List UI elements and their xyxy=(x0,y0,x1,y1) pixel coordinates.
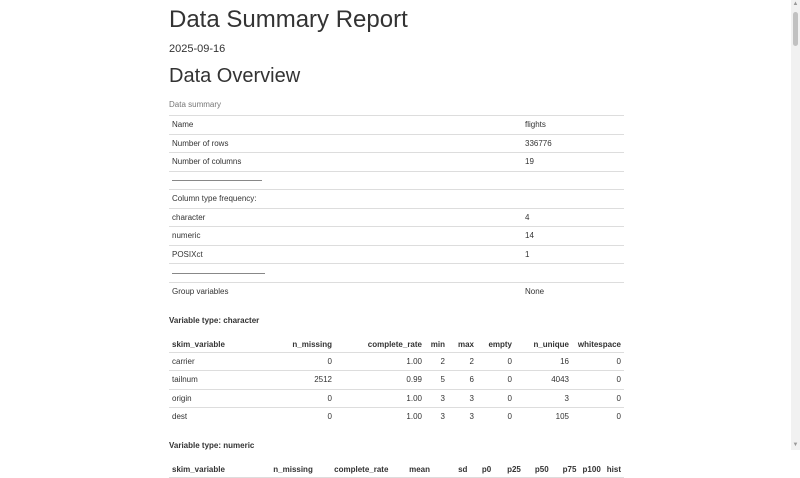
report-page: Data Summary Report 2025-09-16 Data Over… xyxy=(169,0,624,478)
summary-label: Number of rows xyxy=(169,133,522,153)
divider xyxy=(172,272,265,274)
character-table: skim_variable n_missing complete_rate mi… xyxy=(169,336,624,426)
table-row: Name flights xyxy=(169,115,624,134)
table-row: origin 0 1.00 3 3 0 3 0 xyxy=(169,388,624,408)
divider xyxy=(172,180,262,182)
table-cell: 3 xyxy=(515,388,572,408)
table-cell: 16 xyxy=(515,351,572,371)
table-cell: 3 xyxy=(448,406,477,426)
column-header: p75 xyxy=(551,461,580,478)
scroll-up-arrow-icon[interactable]: ▲ xyxy=(792,1,799,8)
column-header: p100 xyxy=(579,461,604,478)
scroll-thumb[interactable] xyxy=(793,12,798,46)
column-header: mean xyxy=(391,461,434,478)
table-cell: 0 xyxy=(249,406,335,426)
table-cell: 4043 xyxy=(515,370,572,390)
overview-heading: Data Overview xyxy=(169,65,301,87)
column-header: skim_variable xyxy=(169,461,251,478)
variable-name-cell: dest xyxy=(169,406,249,426)
group-variables-label: Group variables xyxy=(169,281,522,300)
summary-value: 336776 xyxy=(522,133,624,153)
column-header: min xyxy=(425,336,448,353)
report-date: 2025-09-16 xyxy=(169,43,226,55)
table-cell: 0 xyxy=(572,370,624,390)
column-header: n_missing xyxy=(249,336,335,353)
column-header: complete_rate xyxy=(315,461,392,478)
table-cell: 2 xyxy=(425,351,448,371)
separator-row xyxy=(169,263,624,282)
table-caption: Data summary xyxy=(169,100,222,109)
table-cell: 0 xyxy=(249,351,335,371)
type-frequency-label: Column type frequency: xyxy=(169,189,522,208)
column-header: sd xyxy=(433,461,471,478)
column-header: p0 xyxy=(470,461,495,478)
table-cell: 3 xyxy=(425,406,448,426)
type-label: numeric xyxy=(169,226,522,245)
table-cell: 2512 xyxy=(249,370,335,390)
table-row: numeric 14 xyxy=(169,226,624,245)
column-header: whitespace xyxy=(572,336,624,353)
table-cell: 5 xyxy=(425,370,448,390)
column-header: complete_rate xyxy=(335,336,425,353)
data-summary-table: Name flights Number of rows 336776 Numbe… xyxy=(169,115,624,300)
table-cell: 0 xyxy=(572,406,624,426)
character-type-heading: Variable type: character xyxy=(169,316,260,325)
summary-label: Number of columns xyxy=(169,152,522,171)
table-cell: 3 xyxy=(425,388,448,408)
column-header: max xyxy=(448,336,477,353)
table-row: tailnum 2512 0.99 5 6 0 4043 0 xyxy=(169,370,624,390)
column-header: p50 xyxy=(523,461,552,478)
table-cell: 0 xyxy=(477,370,515,390)
table-cell: 0 xyxy=(477,388,515,408)
table-cell: 0 xyxy=(477,351,515,371)
table-cell: 1.00 xyxy=(335,388,425,408)
variable-name-cell: origin xyxy=(169,388,249,408)
table-cell: 1.00 xyxy=(335,406,425,426)
table-row: Group variables None xyxy=(169,281,624,300)
table-row: Number of rows 336776 xyxy=(169,133,624,153)
column-header: empty xyxy=(477,336,515,353)
table-cell: 0 xyxy=(572,388,624,408)
table-cell: 6 xyxy=(448,370,477,390)
scroll-down-arrow-icon[interactable]: ▼ xyxy=(792,442,799,449)
table-row: Number of columns 19 xyxy=(169,152,624,171)
variable-name-cell: carrier xyxy=(169,351,249,371)
column-header: n_unique xyxy=(515,336,572,353)
summary-label: Name xyxy=(169,115,522,134)
table-cell: 3 xyxy=(448,388,477,408)
type-label: POSIXct xyxy=(169,244,522,264)
type-label: character xyxy=(169,207,522,227)
table-row: dest 0 1.00 3 3 0 105 0 xyxy=(169,406,624,426)
column-header: p25 xyxy=(494,461,524,478)
separator-row xyxy=(169,170,624,190)
table-cell: 2 xyxy=(448,351,477,371)
column-header: n_missing xyxy=(250,461,316,478)
summary-value: flights xyxy=(522,115,624,134)
table-row: Column type frequency: xyxy=(169,189,624,208)
table-row: carrier 0 1.00 2 2 0 16 0 xyxy=(169,351,624,371)
column-header: hist xyxy=(603,461,624,478)
table-header-row: skim_variable n_missing complete_rate mi… xyxy=(169,336,624,353)
group-variables-value: None xyxy=(522,281,624,300)
table-cell: 1.00 xyxy=(335,351,425,371)
variable-name-cell: tailnum xyxy=(169,370,249,390)
type-count: 4 xyxy=(522,207,624,227)
summary-value: 19 xyxy=(522,152,624,171)
table-row: POSIXct 1 xyxy=(169,244,624,264)
table-cell: 105 xyxy=(515,406,572,426)
type-count: 1 xyxy=(522,244,624,264)
vertical-scrollbar[interactable]: ▲ ▼ xyxy=(791,0,800,450)
column-header: skim_variable xyxy=(169,336,249,353)
report-title: Data Summary Report xyxy=(169,6,408,33)
table-cell: 0.99 xyxy=(335,370,425,390)
table-header-row: skim_variable n_missing complete_rate me… xyxy=(169,461,624,478)
table-row: character 4 xyxy=(169,207,624,227)
type-count: 14 xyxy=(522,226,624,245)
numeric-table: skim_variable n_missing complete_rate me… xyxy=(169,461,624,478)
table-cell: 0 xyxy=(477,406,515,426)
table-cell: 0 xyxy=(572,351,624,371)
table-cell: 0 xyxy=(249,388,335,408)
